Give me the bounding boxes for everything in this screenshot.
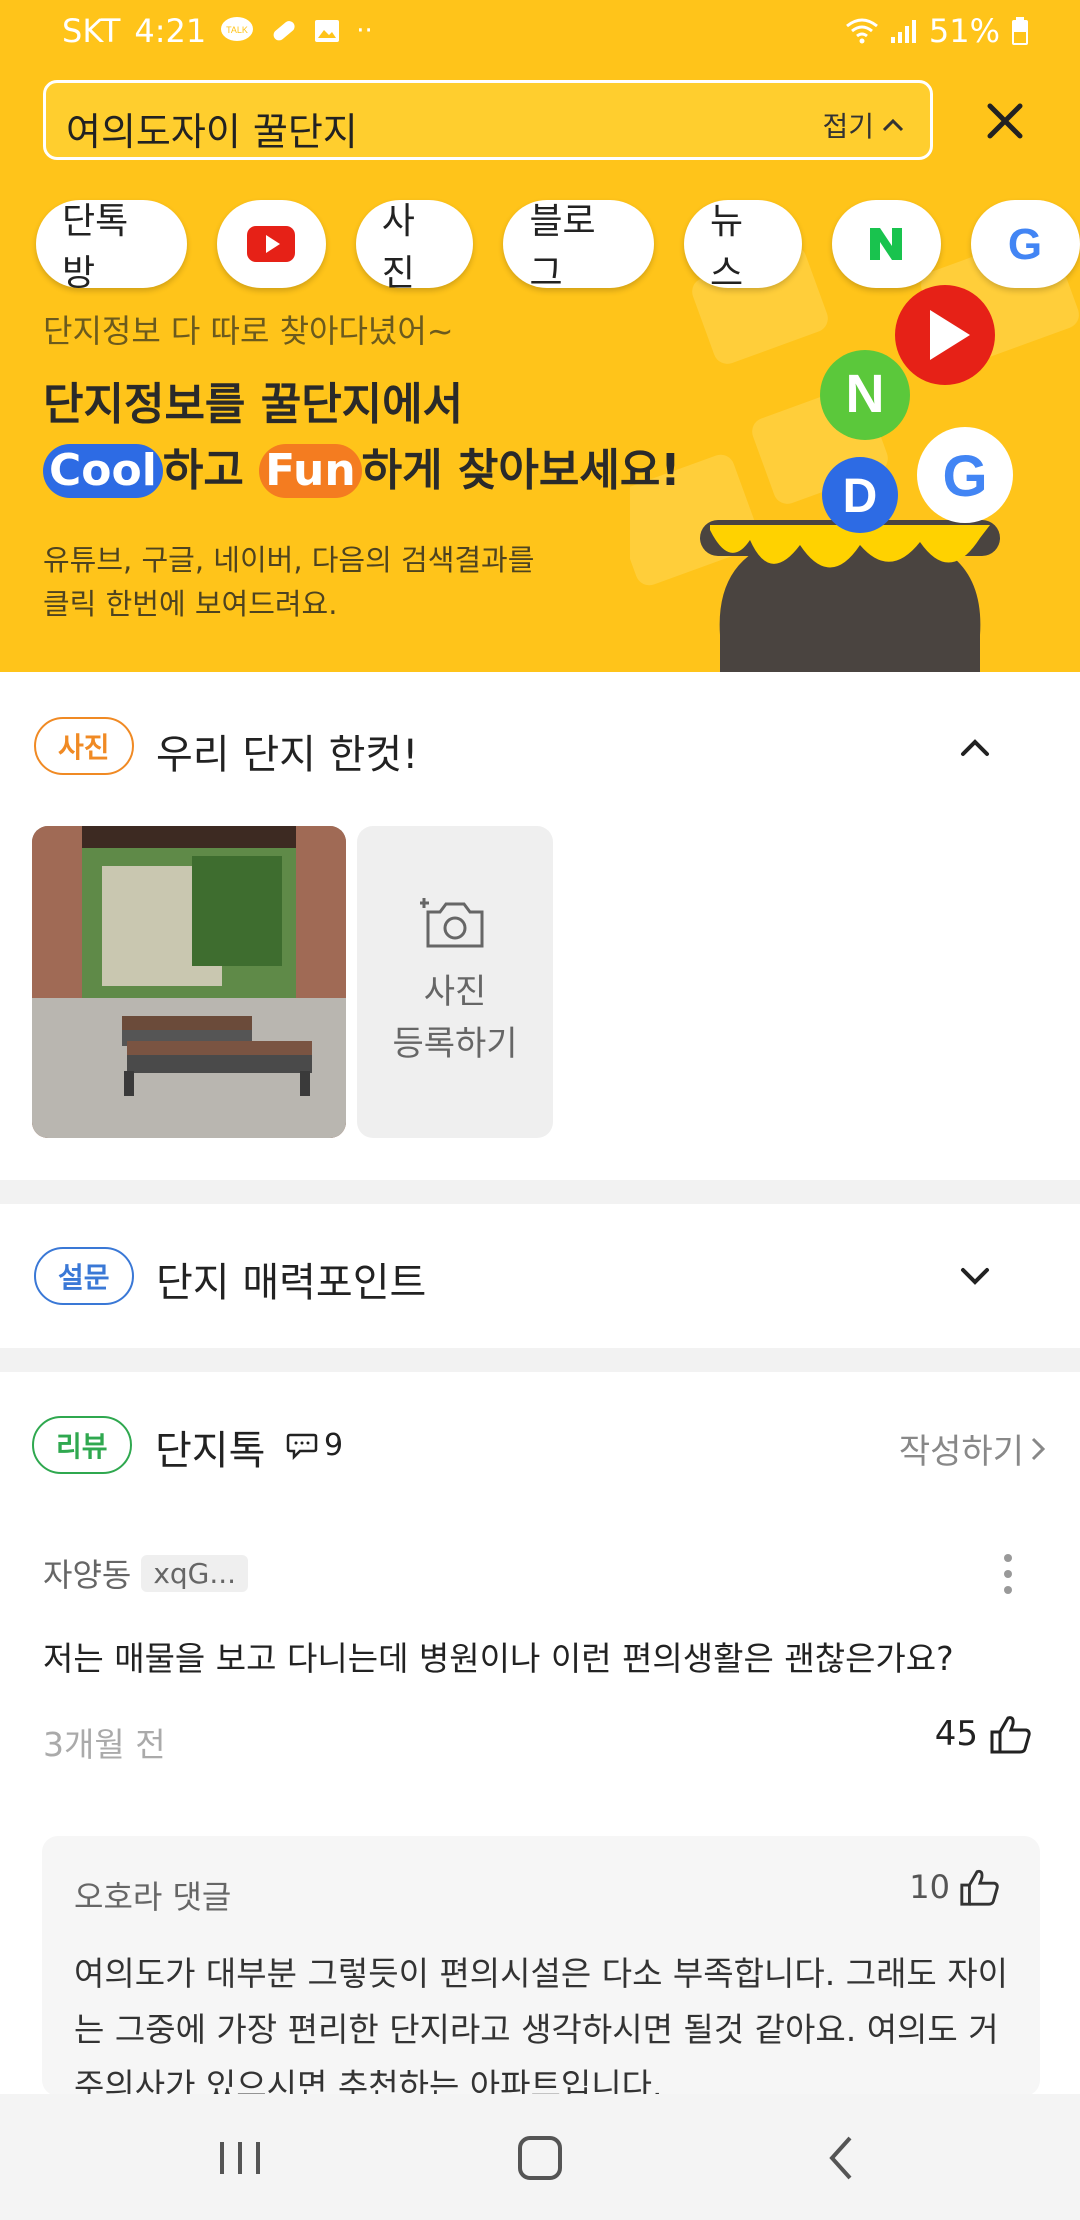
camera-add-icon (420, 898, 484, 948)
chevron-up-icon (882, 118, 904, 132)
chevron-down-icon[interactable] (955, 1256, 995, 1296)
promo-description: 유튜브, 구글, 네이버, 다음의 검색결과를 클릭 한번에 보여드려요. (43, 538, 534, 626)
search-source-chips: 단톡방 사진 블로그 뉴스 G (36, 200, 1080, 294)
reply-like-button[interactable]: 10 (909, 1866, 1000, 1908)
chip-label: 뉴스 (710, 201, 744, 294)
signal-icon (890, 20, 916, 43)
thumbs-up-icon (990, 1716, 1031, 1754)
fold-button[interactable]: 접기 (822, 105, 904, 145)
gallery-icon (315, 20, 340, 42)
complex-photo[interactable] (32, 826, 346, 1138)
wifi-icon (845, 18, 878, 44)
write-review-button[interactable]: 작성하기 (899, 1424, 1046, 1473)
system-nav-bar (0, 2094, 1080, 2220)
chip-blog[interactable]: 블로그 (503, 200, 655, 294)
add-photo-label: 사진 등록하기 (357, 966, 553, 1070)
add-photo-button[interactable]: 사진 등록하기 (357, 826, 553, 1138)
talk-icon: TALK (221, 17, 254, 41)
chevron-up-icon[interactable] (955, 727, 995, 767)
photo-section-title: 우리 단지 한컷! (156, 732, 419, 778)
fun-pill: Fun (259, 444, 362, 498)
more-options-icon[interactable] (998, 1552, 1018, 1596)
svg-text:G: G (1008, 221, 1042, 267)
close-icon[interactable] (980, 96, 1030, 146)
svg-text:N: N (846, 364, 885, 424)
pill-icon (273, 21, 295, 41)
chip-news[interactable]: 뉴스 (684, 200, 802, 294)
promo-title: 단지정보를 꿀단지에서 Cool 하고 Fun 하게 찾아보세요! (43, 372, 680, 504)
promo-desc-line1: 유튜브, 구글, 네이버, 다음의 검색결과를 (43, 543, 535, 577)
section-divider (0, 1348, 1080, 1372)
comment-time: 3개월 전 (43, 1725, 166, 1764)
naver-icon (870, 228, 903, 260)
comment-like-button[interactable]: 45 (935, 1712, 1032, 1756)
speech-bubble-icon (286, 1433, 318, 1460)
comment-user-id: xqG... (141, 1554, 249, 1592)
reply-author: 오호라 댓글 (74, 1878, 232, 1916)
chip-label: 블로그 (529, 201, 596, 294)
chip-label: 단톡방 (62, 201, 129, 294)
review-section-title: 단지톡 (155, 1428, 266, 1474)
section-divider (0, 1180, 1080, 1204)
cool-pill: Cool (43, 444, 163, 498)
promo-mid: 하고 (162, 445, 260, 496)
comment-location: 자양동 (43, 1556, 132, 1594)
comment-like-count: 45 (934, 1714, 978, 1754)
reply-like-count: 10 (909, 1868, 950, 1906)
comment-divider (0, 1812, 1080, 1836)
comment-text: 저는 매물을 보고 다니는데 병원이나 이런 편의생활은 괜찮은가요? (43, 1639, 954, 1678)
promo-subtitle: 단지정보 다 따로 찾아다녔어~ (43, 312, 454, 350)
battery-icon (1012, 17, 1028, 45)
carrier-label: SKT (62, 12, 121, 50)
survey-section[interactable]: 설문 단지 매력포인트 (0, 1204, 1080, 1348)
add-photo-line1: 사진 (423, 972, 487, 1012)
honey-pot-illustration: N D G (630, 240, 1079, 672)
promo-desc-line2: 클릭 한번에 보여드려요. (43, 587, 338, 621)
google-icon: G (1008, 221, 1042, 267)
photo-tag: 사진 (34, 717, 134, 775)
fold-label: 접기 (822, 110, 874, 143)
survey-section-title: 단지 매력포인트 (156, 1260, 427, 1306)
complex-photo-image (32, 826, 346, 1138)
youtube-icon (247, 226, 296, 262)
status-bar: SKT 4:21 TALK ·· 51% (0, 0, 1080, 64)
reply-text: 여의도가 대부분 그렇듯이 편의시설은 다소 부족합니다. 그래도 자이는 그중… (74, 1954, 1008, 2096)
svg-text:D: D (843, 470, 878, 523)
home-icon[interactable] (510, 2130, 570, 2186)
chevron-right-icon (1031, 1437, 1046, 1460)
chip-photo[interactable]: 사진 (355, 200, 474, 294)
search-query: 여의도자이 꿀단지 (66, 110, 358, 154)
header-banner: N D G SKT 4:21 TALK ·· 51% 여의도자이 꿀단지 접기 … (0, 0, 1080, 672)
review-tag: 리뷰 (32, 1416, 132, 1474)
chip-naver[interactable] (831, 200, 941, 288)
comment-meta: 자양동 xqG... (43, 1550, 249, 1596)
promo-tail: 하게 찾아보세요! (361, 445, 681, 496)
write-review-label: 작성하기 (898, 1432, 1024, 1472)
comment-count: 9 (286, 1428, 343, 1463)
add-photo-line2: 등록하기 (392, 1024, 518, 1064)
svg-text:G: G (942, 444, 987, 509)
clock: 4:21 (134, 12, 207, 50)
promo-title-line2: Cool 하고 Fun 하게 찾아보세요! (43, 438, 680, 504)
comment-count-value: 9 (324, 1428, 344, 1463)
chip-google[interactable]: G (970, 200, 1080, 288)
chip-group-chat[interactable]: 단톡방 (36, 200, 187, 294)
back-icon[interactable] (812, 2130, 872, 2186)
chip-youtube[interactable] (216, 200, 326, 288)
recent-apps-icon[interactable] (210, 2130, 270, 2186)
search-field[interactable]: 여의도자이 꿀단지 접기 (43, 80, 933, 160)
reply-card: 오호라 댓글 10 여의도가 대부분 그렇듯이 편의시설은 다소 부족합니다. … (42, 1836, 1040, 2096)
thumbs-up-icon (960, 1869, 999, 1906)
battery-label: 51% (928, 12, 1000, 50)
svg-text:TALK: TALK (226, 25, 248, 35)
chip-label: 사진 (381, 201, 415, 294)
more-dots-icon: ·· (356, 16, 373, 46)
survey-tag: 설문 (34, 1247, 134, 1305)
promo-title-line1: 단지정보를 꿀단지에서 (43, 379, 464, 430)
